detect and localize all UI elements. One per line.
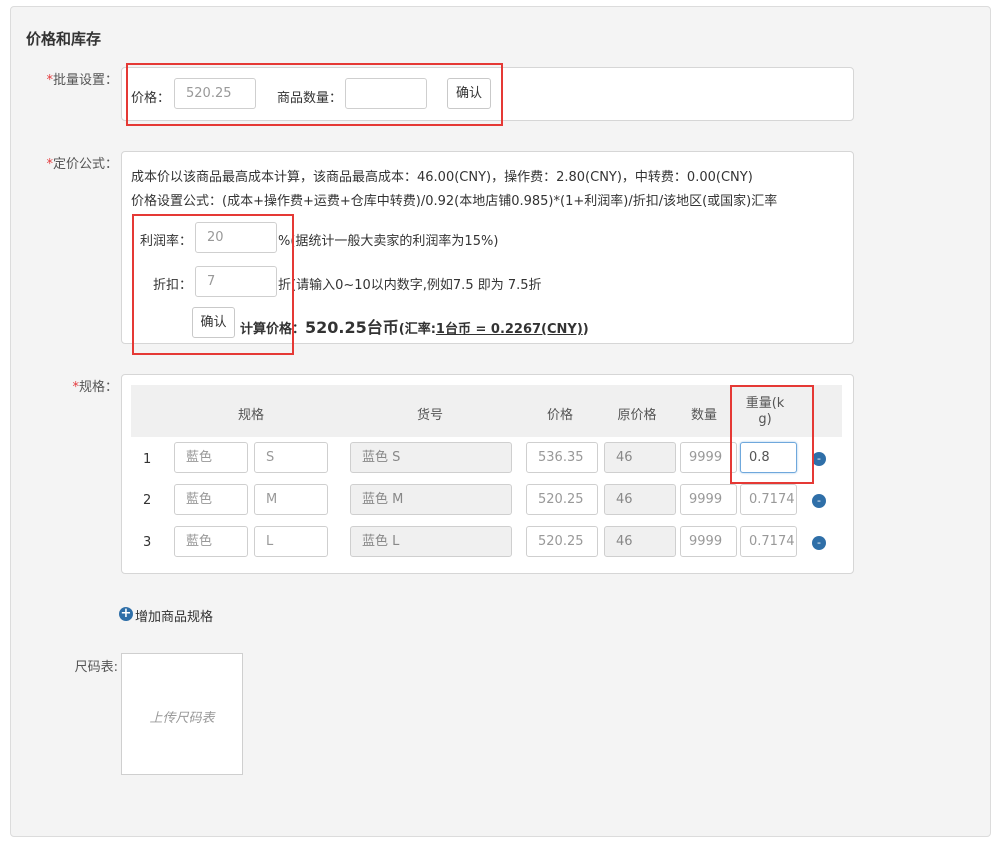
row-color-input[interactable]: 藍色 <box>174 484 248 515</box>
row-color-input[interactable]: 藍色 <box>174 442 248 473</box>
highlight-box-batch <box>126 63 503 126</box>
row-qty-input[interactable]: 9999 <box>680 526 737 557</box>
highlight-box-weight <box>730 385 814 484</box>
formula-label: *定价公式： <box>46 157 118 172</box>
row-color-input[interactable]: 藍色 <box>174 526 248 557</box>
row-size-input[interactable]: S <box>254 442 328 473</box>
row-number: 3 <box>143 535 152 550</box>
header-price: 价格 <box>546 408 573 423</box>
calc-price-value: 520.25台币 <box>305 318 399 337</box>
row-size-input[interactable]: L <box>254 526 328 557</box>
spec-label: *规格： <box>72 380 118 395</box>
batch-label: *批量设置： <box>46 73 118 88</box>
row-qty-input[interactable]: 9999 <box>680 484 737 515</box>
row-qty-input[interactable]: 9999 <box>680 442 737 473</box>
add-spec-link[interactable]: 增加商品规格 <box>135 606 213 625</box>
formula-line2: 价格设置公式：(成本+操作费+运费+仓库中转费)/0.92(本地店铺0.985)… <box>131 194 778 209</box>
remove-row-button[interactable]: - <box>812 452 826 466</box>
remove-row-button[interactable]: - <box>812 536 826 550</box>
row-sku-input: 蓝色 S <box>350 442 512 473</box>
size-chart-upload[interactable]: 上传尺码表 <box>121 653 243 775</box>
row-price-input[interactable]: 536.35 <box>526 442 598 473</box>
row-price-input[interactable]: 520.25 <box>526 484 598 515</box>
section-title: 价格和库存 <box>26 30 102 48</box>
header-spec: 规格 <box>237 408 264 423</box>
highlight-box-formula <box>132 214 294 355</box>
row-number: 2 <box>143 493 152 508</box>
row-weight-input[interactable]: 0.7174 <box>740 484 797 515</box>
rate-value: 1台币 = 0.2267(CNY) <box>435 322 583 337</box>
add-spec-icon[interactable]: + <box>119 607 133 621</box>
header-orig-price: 原价格 <box>617 408 657 423</box>
row-orig-price-input: 46 <box>604 484 676 515</box>
profit-hint: %(据统计一般大卖家的利润率为15%) <box>278 234 499 249</box>
row-number: 1 <box>143 452 152 467</box>
row-weight-input[interactable]: 0.7174 <box>740 526 797 557</box>
remove-row-button[interactable]: - <box>812 494 826 508</box>
discount-hint: 折(请输入0~10以内数字,例如7.5 即为 7.5折 <box>278 278 542 293</box>
row-sku-input: 蓝色 M <box>350 484 512 515</box>
header-qty: 数量 <box>690 408 717 423</box>
row-orig-price-input: 46 <box>604 442 676 473</box>
header-sku: 货号 <box>416 408 443 423</box>
row-size-input[interactable]: M <box>254 484 328 515</box>
rate-suffix: ) <box>582 322 589 337</box>
row-price-input[interactable]: 520.25 <box>526 526 598 557</box>
row-orig-price-input: 46 <box>604 526 676 557</box>
rate-prefix: (汇率: <box>398 322 436 337</box>
row-sku-input: 蓝色 L <box>350 526 512 557</box>
size-chart-label: 尺码表: <box>74 660 118 675</box>
formula-line1: 成本价以该商品最高成本计算，该商品最高成本：46.00(CNY)，操作费：2.8… <box>131 170 753 185</box>
upload-text: 上传尺码表 <box>149 711 215 726</box>
